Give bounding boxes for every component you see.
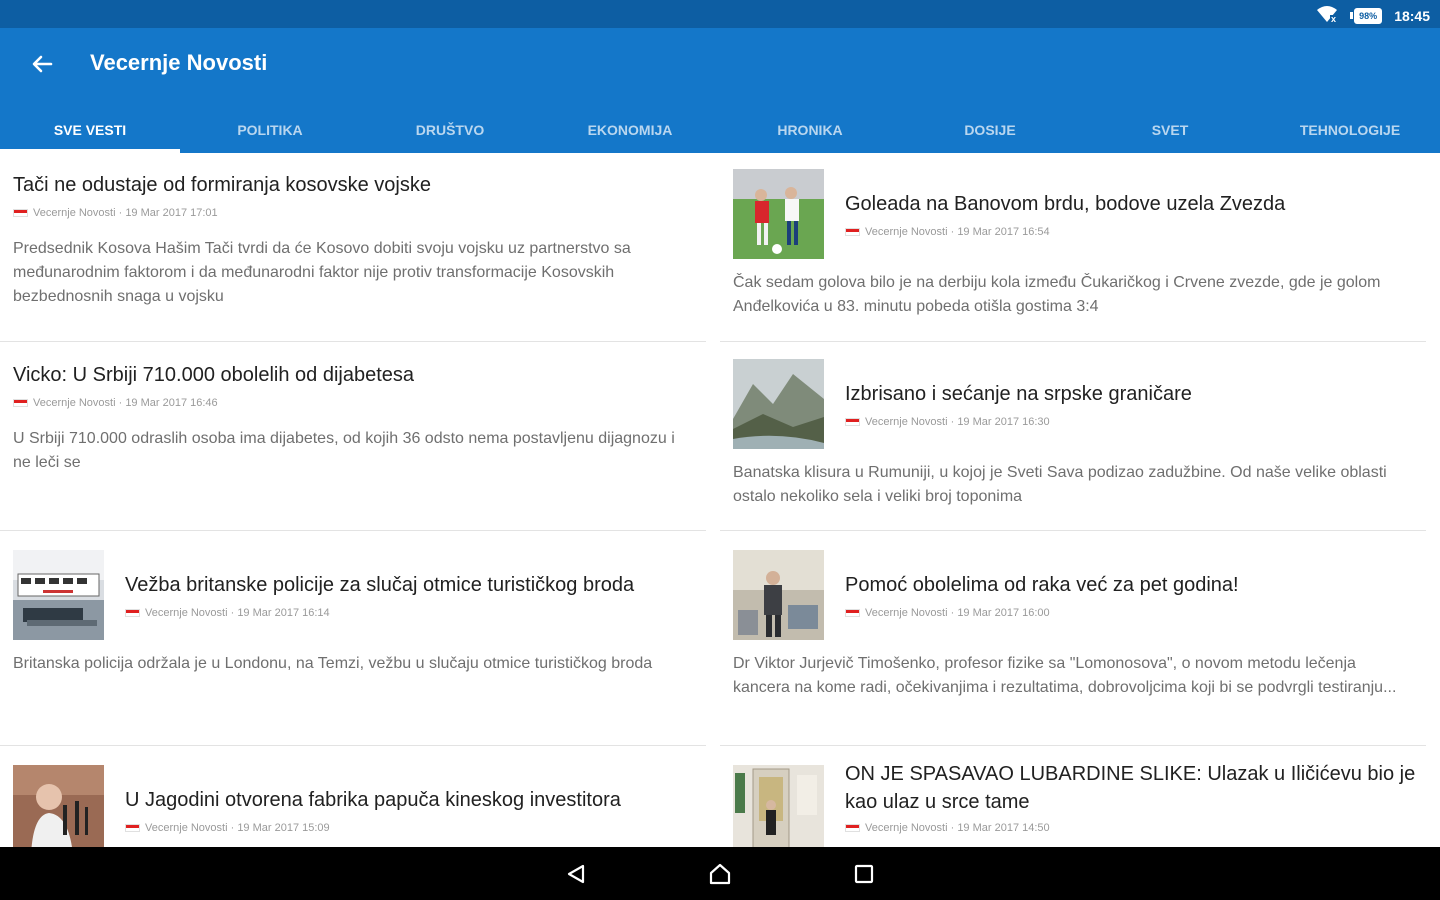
category-tabs: SVE VESTI POLITIKA DRUŠTVO EKONOMIJA HRO…	[0, 106, 1440, 153]
serbian-flag-icon	[13, 209, 28, 217]
news-column-right: Goleada na Banovom brdu, bodove uzela Zv…	[720, 153, 1426, 847]
article-meta: Vecernje Novosti · 19 Mar 2017 16:14	[125, 607, 634, 619]
tab-politika[interactable]: POLITIKA	[180, 106, 360, 153]
serbian-flag-icon	[13, 399, 28, 407]
home-nav-button[interactable]	[702, 856, 738, 892]
article-thumbnail	[733, 765, 824, 847]
article-title: U Jagodini otvorena fabrika papuča kines…	[125, 789, 621, 811]
back-nav-button[interactable]	[558, 856, 594, 892]
serbian-flag-icon	[845, 228, 860, 236]
article-card[interactable]: Izbrisano i sećanje na srpske graničare …	[720, 342, 1426, 531]
serbian-flag-icon	[845, 609, 860, 617]
article-card[interactable]: Pomoć obolelima od raka već za pet godin…	[720, 531, 1426, 746]
article-card[interactable]: U Jagodini otvorena fabrika papuča kines…	[0, 746, 706, 847]
article-thumbnail	[13, 765, 104, 847]
article-meta: Vecernje Novosti · 19 Mar 2017 15:09	[125, 822, 621, 834]
system-navigation-bar	[0, 847, 1440, 900]
app-title: Vecernje Novosti	[90, 50, 268, 75]
article-title: Goleada na Banovom brdu, bodove uzela Zv…	[845, 193, 1286, 215]
news-column-left: Tači ne odustaje od formiranja kosovske …	[0, 153, 706, 847]
recents-nav-button[interactable]	[846, 856, 882, 892]
article-title: ON JE SPASAVAO LUBARDINE SLIKE: Ulazak u…	[845, 763, 1416, 813]
article-title: Vicko: U Srbiji 710.000 obolelih od dija…	[13, 364, 415, 386]
article-thumbnail	[733, 169, 824, 259]
serbian-flag-icon	[125, 824, 140, 832]
article-title: Pomoć obolelima od raka već za pet godin…	[845, 574, 1239, 596]
article-thumbnail	[13, 550, 104, 640]
tab-tehnologije[interactable]: TEHNOLOGIJE	[1260, 106, 1440, 153]
article-card[interactable]: Vicko: U Srbiji 710.000 obolelih od dija…	[0, 342, 706, 531]
article-summary: Britanska policija održala je u Londonu,…	[13, 655, 653, 672]
tab-svet[interactable]: SVET	[1080, 106, 1260, 153]
article-card[interactable]: Goleada na Banovom brdu, bodove uzela Zv…	[720, 153, 1426, 342]
article-title: Vežba britanske policije za slučaj otmic…	[125, 574, 635, 596]
tab-hronika[interactable]: HRONIKA	[720, 106, 900, 153]
article-meta: Vecernje Novosti · 19 Mar 2017 17:01	[13, 207, 706, 219]
wifi-icon: x	[1316, 5, 1338, 26]
app-bar: Vecernje Novosti SVE VESTI POLITIKA DRUŠ…	[0, 28, 1440, 153]
article-summary: Predsednik Kosova Hašim Tači tvrdi da će…	[13, 240, 631, 305]
article-summary: Dr Viktor Jurjevič Timošenko, profesor f…	[733, 655, 1397, 696]
article-summary: U Srbiji 710.000 odraslih osoba ima dija…	[13, 430, 675, 471]
article-card[interactable]: ON JE SPASAVAO LUBARDINE SLIKE: Ulazak u…	[720, 746, 1426, 847]
clock: 18:45	[1394, 7, 1430, 24]
status-bar: x 98% 18:45	[0, 0, 1440, 28]
news-feed: Tači ne odustaje od formiranja kosovske …	[0, 153, 1440, 847]
tab-ekonomija[interactable]: EKONOMIJA	[540, 106, 720, 153]
article-card[interactable]: Vežba britanske policije za slučaj otmic…	[0, 531, 706, 746]
tab-dosije[interactable]: DOSIJE	[900, 106, 1080, 153]
article-thumbnail	[733, 550, 824, 640]
home-icon	[709, 863, 731, 884]
tab-sve-vesti[interactable]: SVE VESTI	[0, 106, 180, 153]
article-meta: Vecernje Novosti · 19 Mar 2017 16:30	[845, 416, 1192, 428]
article-meta: Vecernje Novosti · 19 Mar 2017 16:46	[13, 397, 706, 409]
square-recents-icon	[854, 864, 874, 883]
article-meta: Vecernje Novosti · 19 Mar 2017 14:50	[845, 822, 1426, 834]
battery-icon: 98%	[1350, 7, 1383, 24]
serbian-flag-icon	[845, 418, 860, 426]
battery-level: 98%	[1354, 7, 1383, 24]
article-summary: Čak sedam golova bilo je na derbiju kola…	[733, 274, 1381, 315]
back-button[interactable]	[22, 46, 62, 82]
serbian-flag-icon	[125, 609, 140, 617]
article-title: Tači ne odustaje od formiranja kosovske …	[13, 174, 431, 196]
article-thumbnail	[733, 359, 824, 449]
arrow-left-icon	[32, 55, 53, 73]
article-meta: Vecernje Novosti · 19 Mar 2017 16:54	[845, 226, 1285, 238]
article-summary: Banatska klisura u Rumuniji, u kojoj je …	[733, 464, 1387, 505]
article-title: Izbrisano i sećanje na srpske graničare	[845, 383, 1192, 405]
article-meta: Vecernje Novosti · 19 Mar 2017 16:00	[845, 607, 1239, 619]
svg-text:x: x	[1331, 14, 1336, 23]
triangle-back-icon	[567, 864, 585, 883]
article-card[interactable]: Tači ne odustaje od formiranja kosovske …	[0, 153, 706, 342]
serbian-flag-icon	[845, 824, 860, 832]
tab-drustvo[interactable]: DRUŠTVO	[360, 106, 540, 153]
